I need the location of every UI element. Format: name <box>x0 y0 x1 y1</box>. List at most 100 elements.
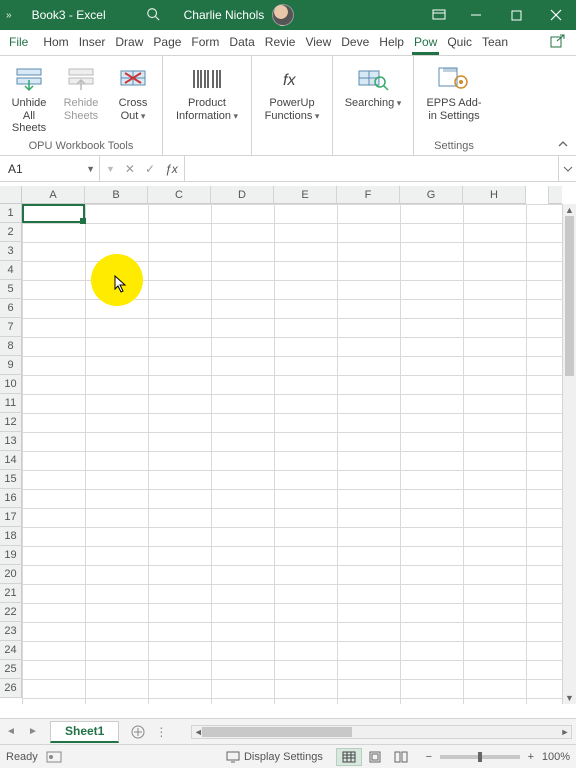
settings-gear-icon <box>437 62 471 96</box>
row-header-7[interactable]: 7 <box>0 318 22 337</box>
zoom-in-button[interactable]: + <box>524 751 538 763</box>
tab-quic[interactable]: Quic <box>442 31 477 55</box>
column-header-A[interactable]: A <box>22 186 85 204</box>
minimize-button[interactable] <box>456 0 496 30</box>
row-header-19[interactable]: 19 <box>0 546 22 565</box>
tab-form[interactable]: Form <box>186 31 224 55</box>
account-area[interactable]: Charlie Nichols <box>184 4 295 26</box>
column-header-D[interactable]: D <box>211 186 274 204</box>
tab-pow[interactable]: Pow <box>409 31 442 55</box>
maximize-button[interactable] <box>496 0 536 30</box>
zoom-out-button[interactable]: − <box>422 751 436 763</box>
tab-page[interactable]: Page <box>148 31 186 55</box>
select-all-corner[interactable] <box>0 186 22 204</box>
searching-button[interactable]: Searching <box>337 60 409 124</box>
tab-data[interactable]: Data <box>224 31 259 55</box>
row-header-16[interactable]: 16 <box>0 489 22 508</box>
row-header-5[interactable]: 5 <box>0 280 22 299</box>
cells-area[interactable] <box>22 204 562 704</box>
scroll-up-button[interactable]: ▲ <box>563 204 576 216</box>
scroll-right-button[interactable]: ► <box>559 726 571 738</box>
zoom-slider[interactable] <box>440 755 520 759</box>
cross-out-button[interactable]: Cross Out <box>108 60 158 137</box>
new-sheet-button[interactable] <box>125 719 151 745</box>
close-button[interactable] <box>536 0 576 30</box>
column-header-G[interactable]: G <box>400 186 463 204</box>
row-header-3[interactable]: 3 <box>0 242 22 261</box>
view-page-break-button[interactable] <box>388 748 414 766</box>
row-header-22[interactable]: 22 <box>0 603 22 622</box>
active-cell[interactable] <box>22 204 85 223</box>
cancel-formula-button[interactable]: ✕ <box>125 162 135 176</box>
tab-deve[interactable]: Deve <box>336 31 374 55</box>
zoom-level[interactable]: 100% <box>542 751 570 763</box>
product-information-button[interactable]: Product Information <box>167 60 247 124</box>
qat-overflow-icon[interactable]: » <box>6 10 12 21</box>
row-header-9[interactable]: 9 <box>0 356 22 375</box>
column-header-F[interactable]: F <box>337 186 400 204</box>
row-header-13[interactable]: 13 <box>0 432 22 451</box>
display-settings-button[interactable]: Display Settings <box>221 749 328 765</box>
row-header-20[interactable]: 20 <box>0 565 22 584</box>
sheet-nav-prev[interactable]: ◄ <box>0 719 22 745</box>
row-header-10[interactable]: 10 <box>0 375 22 394</box>
ribbon-display-options-button[interactable] <box>422 0 456 30</box>
vertical-scrollbar[interactable]: ▲ ▼ <box>562 204 576 704</box>
row-header-4[interactable]: 4 <box>0 261 22 280</box>
unhide-all-sheets-button[interactable]: Unhide All Sheets <box>4 60 54 137</box>
sheet-tab-split[interactable]: ⋮ <box>151 725 171 739</box>
scroll-thumb[interactable] <box>565 216 574 376</box>
hscroll-thumb[interactable] <box>202 727 352 737</box>
powerup-functions-button[interactable]: fx PowerUp Functions <box>256 60 328 124</box>
column-header-C[interactable]: C <box>148 186 211 204</box>
row-header-21[interactable]: 21 <box>0 584 22 603</box>
view-normal-button[interactable] <box>336 748 362 766</box>
row-header-12[interactable]: 12 <box>0 413 22 432</box>
horizontal-scrollbar[interactable]: ◄ ► <box>191 725 572 739</box>
enter-formula-button[interactable]: ✓ <box>145 162 155 176</box>
row-header-6[interactable]: 6 <box>0 299 22 318</box>
zoom-slider-thumb[interactable] <box>478 752 482 762</box>
row-header-15[interactable]: 15 <box>0 470 22 489</box>
tab-view[interactable]: View <box>300 31 336 55</box>
collapse-ribbon-button[interactable] <box>554 135 572 153</box>
column-header-partial[interactable] <box>548 186 562 204</box>
insert-function-button[interactable]: ƒx <box>165 162 178 176</box>
row-header-25[interactable]: 25 <box>0 660 22 679</box>
view-page-layout-button[interactable] <box>362 748 388 766</box>
rehide-sheets-button[interactable]: Rehide Sheets <box>56 60 106 137</box>
name-box[interactable]: A1 ▼ <box>0 156 100 181</box>
tab-inser[interactable]: Inser <box>74 31 111 55</box>
tab-file[interactable]: File <box>4 31 38 55</box>
share-button[interactable] <box>544 30 572 55</box>
column-header-E[interactable]: E <box>274 186 337 204</box>
row-header-2[interactable]: 2 <box>0 223 22 242</box>
row-header-23[interactable]: 23 <box>0 622 22 641</box>
formula-menu-icon[interactable]: ▼ <box>106 164 115 174</box>
search-icon[interactable] <box>146 7 160 24</box>
tab-revie[interactable]: Revie <box>260 31 301 55</box>
row-header-17[interactable]: 17 <box>0 508 22 527</box>
row-header-24[interactable]: 24 <box>0 641 22 660</box>
sheet-nav-next[interactable]: ► <box>22 719 44 745</box>
row-header-18[interactable]: 18 <box>0 527 22 546</box>
row-header-8[interactable]: 8 <box>0 337 22 356</box>
tab-hom[interactable]: Hom <box>38 31 73 55</box>
formula-input[interactable] <box>185 156 558 181</box>
spreadsheet-grid[interactable]: ABCDEFGH 1234567891011121314151617181920… <box>0 186 576 718</box>
epps-settings-button[interactable]: EPPS Add- in Settings <box>418 60 490 124</box>
macro-record-icon[interactable] <box>46 751 62 763</box>
tab-tean[interactable]: Tean <box>477 31 513 55</box>
row-header-14[interactable]: 14 <box>0 451 22 470</box>
column-header-B[interactable]: B <box>85 186 148 204</box>
scroll-down-button[interactable]: ▼ <box>563 692 576 704</box>
chevron-down-icon[interactable]: ▼ <box>86 164 95 174</box>
expand-formula-bar-button[interactable] <box>558 156 576 181</box>
row-header-26[interactable]: 26 <box>0 679 22 698</box>
row-header-11[interactable]: 11 <box>0 394 22 413</box>
tab-help[interactable]: Help <box>374 31 409 55</box>
sheet-tab-active[interactable]: Sheet1 <box>50 721 119 743</box>
tab-draw[interactable]: Draw <box>110 31 148 55</box>
column-header-H[interactable]: H <box>463 186 526 204</box>
row-header-1[interactable]: 1 <box>0 204 22 223</box>
